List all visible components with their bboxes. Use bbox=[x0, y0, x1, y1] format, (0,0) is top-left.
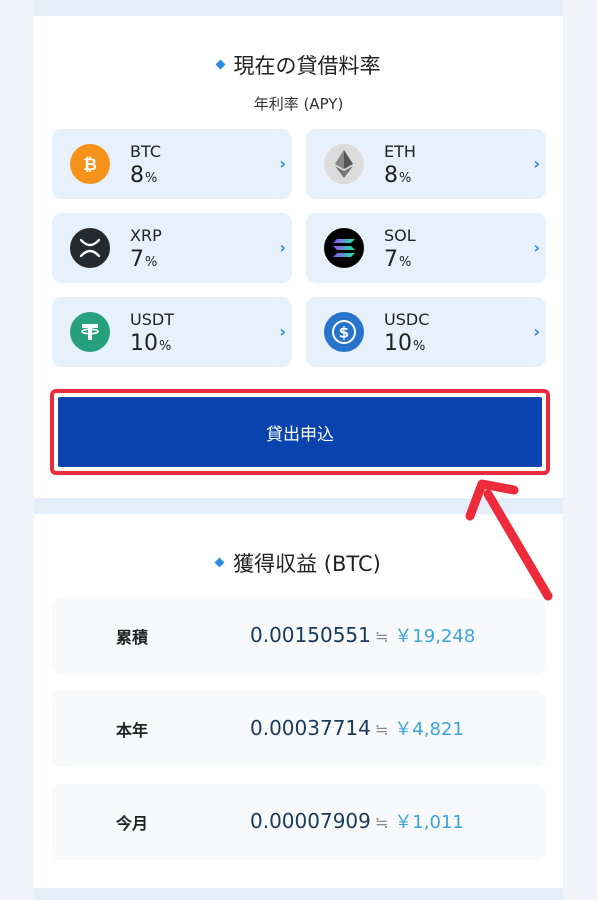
coin-card-usdt[interactable]: USDT 10% › bbox=[52, 297, 292, 367]
lending-rates-card: 現在の貸借料率 年利率 (APY) ₿ BTC 8% › ETH 8% › XR… bbox=[34, 16, 563, 498]
usdc-icon: $ bbox=[324, 312, 364, 352]
chevron-right-icon: › bbox=[533, 322, 540, 341]
coin-symbol: SOL bbox=[384, 226, 416, 245]
coin-symbol: USDT bbox=[130, 310, 174, 329]
coin-rate: 10% bbox=[130, 331, 172, 356]
coin-rate: 10% bbox=[384, 331, 426, 356]
svg-text:₿: ₿ bbox=[83, 155, 97, 175]
coin-rate: 7% bbox=[384, 247, 412, 272]
earnings-label: 本年 bbox=[115, 721, 148, 740]
coin-card-btc[interactable]: ₿ BTC 8% › bbox=[52, 129, 292, 199]
xrp-icon bbox=[70, 228, 110, 268]
coin-symbol: ETH bbox=[384, 142, 416, 161]
earnings-row-this-month: 今月 0.00007909 ≒ ￥1,011 bbox=[52, 784, 545, 860]
apply-button-highlight: 貸出申込 bbox=[50, 389, 550, 475]
diamond-bullet-icon bbox=[215, 59, 225, 69]
page-background: 現在の貸借料率 年利率 (APY) ₿ BTC 8% › ETH 8% › XR… bbox=[34, 0, 563, 900]
diamond-bullet-icon bbox=[214, 557, 225, 567]
earnings-value: 0.00007909 ≒ ￥1,011 bbox=[250, 809, 464, 833]
earnings-row-this-year: 本年 0.00037714 ≒ ￥4,821 bbox=[52, 691, 545, 767]
lending-rates-title: 現在の貸借料率 bbox=[34, 50, 563, 80]
apply-loan-button[interactable]: 貸出申込 bbox=[58, 397, 542, 467]
chevron-right-icon: › bbox=[533, 238, 540, 257]
chevron-right-icon: › bbox=[533, 154, 540, 173]
earnings-label: 累積 bbox=[115, 628, 148, 647]
bitcoin-icon: ₿ bbox=[70, 144, 110, 184]
coin-rate: 7% bbox=[130, 247, 158, 272]
apy-subtitle: 年利率 (APY) bbox=[253, 95, 344, 113]
coin-card-xrp[interactable]: XRP 7% › bbox=[52, 213, 292, 283]
coin-card-eth[interactable]: ETH 8% › bbox=[306, 129, 546, 199]
solana-icon bbox=[324, 228, 364, 268]
ethereum-icon bbox=[324, 144, 364, 184]
earnings-value: 0.00150551 ≒ ￥19,248 bbox=[250, 623, 476, 647]
earnings-label: 今月 bbox=[115, 814, 148, 833]
chevron-right-icon: › bbox=[279, 322, 286, 341]
coin-card-usdc[interactable]: $ USDC 10% › bbox=[306, 297, 546, 367]
tether-icon bbox=[70, 312, 110, 352]
coin-symbol: BTC bbox=[130, 142, 161, 161]
chevron-right-icon: › bbox=[279, 154, 286, 173]
coin-symbol: XRP bbox=[130, 226, 162, 245]
coin-rate: 8% bbox=[384, 163, 412, 188]
coin-symbol: USDC bbox=[384, 310, 430, 329]
coin-card-sol[interactable]: SOL 7% › bbox=[306, 213, 546, 283]
chevron-right-icon: › bbox=[279, 238, 286, 257]
annotation-arrow-icon bbox=[465, 479, 553, 601]
earnings-value: 0.00037714 ≒ ￥4,821 bbox=[250, 716, 464, 740]
svg-text:$: $ bbox=[339, 324, 349, 342]
coin-rate: 8% bbox=[130, 163, 158, 188]
